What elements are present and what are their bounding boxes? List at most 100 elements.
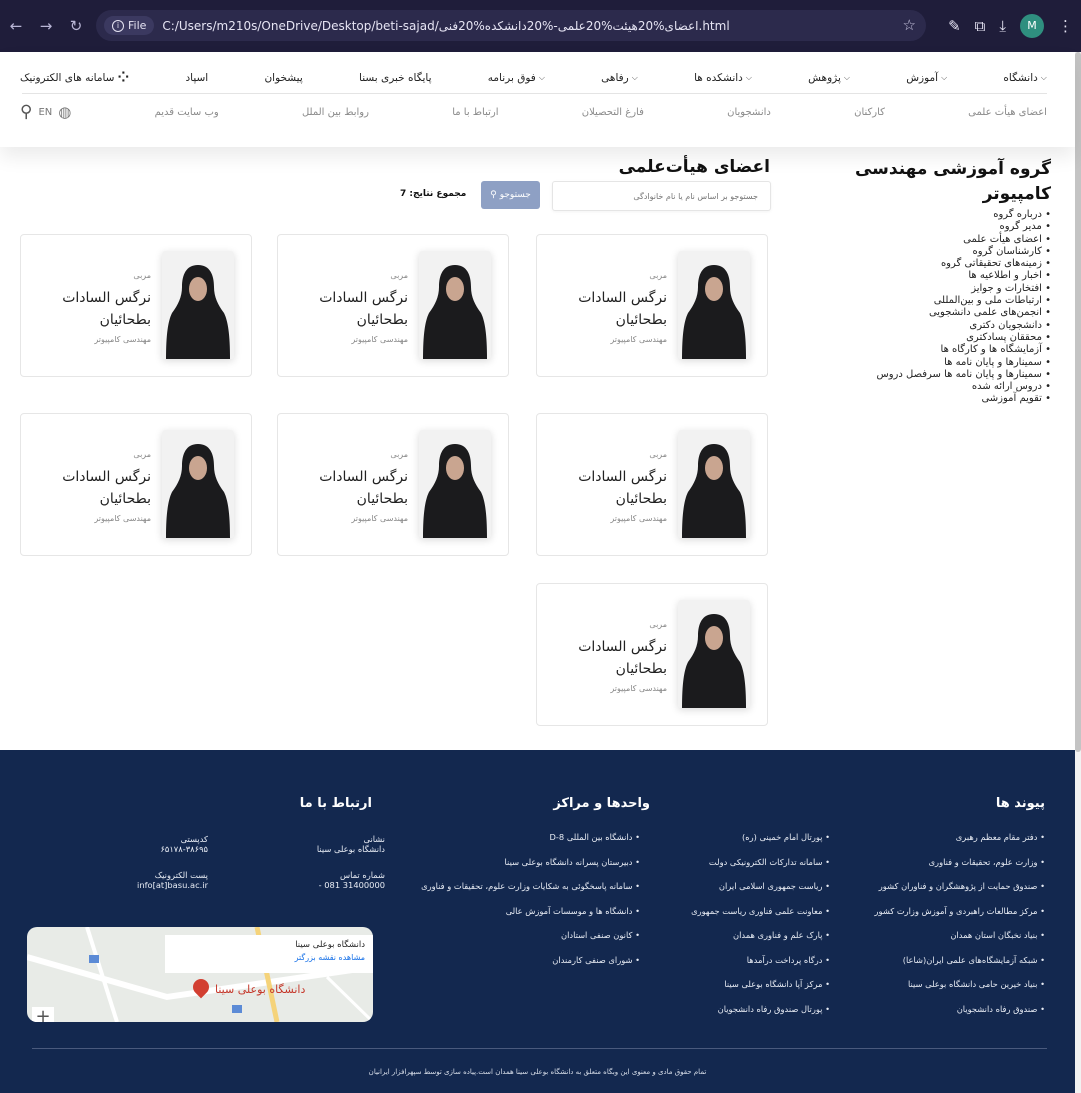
faculty-photo[interactable] (678, 430, 750, 538)
sidebar-item[interactable]: کارشناسان گروه (831, 246, 1051, 258)
download-icon[interactable]: ⤓ (999, 17, 1006, 35)
faculty-card[interactable]: مربی نرگس السادات بطحائیان مهندسی کامپیوتر (20, 413, 252, 556)
eyedropper-icon[interactable]: ✎ (948, 17, 961, 35)
sidebar-item[interactable]: افتخارات و جوایز (831, 283, 1051, 295)
menu-item-university[interactable]: دانشگاه ⌵ (1003, 72, 1046, 84)
faculty-photo[interactable] (678, 251, 750, 359)
sidebar-item[interactable]: مدیر گروه (831, 221, 1051, 233)
menu-item-e-services[interactable]: سامانه های الکترونیک ⁘ (20, 70, 129, 86)
postal-value: ۶۵۱۷۸-۳۸۶۹۵ (160, 844, 208, 854)
footer-link[interactable]: درگاه پرداخت درآمدها (660, 955, 830, 980)
globe-icon[interactable]: ◍ (58, 103, 71, 121)
submenu-staff[interactable]: کارکنان (854, 107, 885, 118)
sidebar-item[interactable]: اعضای هیأت علمی (831, 234, 1051, 246)
search-input[interactable] (552, 181, 771, 211)
submenu-international[interactable]: روابط بین الملل (302, 107, 369, 118)
faculty-name[interactable]: نرگس السادات بطحائیان (557, 636, 667, 680)
footer-link[interactable]: ریاست جمهوری اسلامی ایران (660, 881, 830, 906)
faculty-photo[interactable] (162, 251, 234, 359)
footer-link[interactable]: دفتر مقام معظم رهبری (845, 832, 1045, 857)
faculty-card[interactable]: مربی نرگس السادات بطحائیان مهندسی کامپیوتر (536, 583, 768, 726)
faculty-card[interactable]: مربی نرگس السادات بطحائیان مهندسی کامپیوتر (536, 413, 768, 556)
faculty-name[interactable]: نرگس السادات بطحائیان (41, 466, 151, 510)
reload-icon[interactable]: ↻ (68, 17, 84, 35)
faculty-photo[interactable] (419, 430, 491, 538)
forward-arrow-icon[interactable]: → (38, 17, 54, 35)
faculty-name[interactable]: نرگس السادات بطحائیان (557, 466, 667, 510)
address-bar[interactable]: i File C:/Users/m210s/OneDrive/Desktop/b… (96, 10, 926, 41)
footer-link[interactable]: بنیاد خیرین حامی دانشگاه بوعلی سینا (845, 979, 1045, 1004)
location-map[interactable]: دانشگاه بوعلی سینا مشاهده نقشه بزرگتر دا… (27, 927, 373, 1022)
sidebar-item[interactable]: تقویم آموزشی (831, 393, 1051, 405)
faculty-card[interactable]: مربی نرگس السادات بطحائیان مهندسی کامپیوتر (20, 234, 252, 377)
sidebar-item[interactable]: دروس ارائه شده (831, 381, 1051, 393)
extensions-icon[interactable]: ⧉ (975, 17, 986, 35)
sidebar-item[interactable]: آزمایشگاه ها و کارگاه ها (831, 344, 1051, 356)
faculty-name[interactable]: نرگس السادات بطحائیان (41, 287, 151, 331)
footer-link[interactable]: پارک علم و فناوری همدان (660, 930, 830, 955)
zoom-in-icon[interactable]: + (32, 1007, 54, 1022)
language-switch[interactable]: EN (38, 107, 52, 118)
faculty-card[interactable]: مربی نرگس السادات بطحائیان مهندسی کامپیوتر (277, 413, 509, 556)
menu-item-faculties[interactable]: دانشکده ها ⌵ (694, 72, 752, 84)
menu-item-extracurricular[interactable]: فوق برنامه ⌵ (488, 72, 545, 84)
faculty-photo[interactable] (678, 600, 750, 708)
footer-link[interactable]: مرکز مطالعات راهبردی و آموزش وزارت کشور (845, 906, 1045, 931)
search-button[interactable]: ⚲ جستوجو (481, 181, 540, 209)
submenu-contact[interactable]: ارتباط با ما (452, 107, 498, 118)
faculty-name[interactable]: نرگس السادات بطحائیان (557, 287, 667, 331)
menu-item-welfare[interactable]: رفاهی ⌵ (601, 72, 638, 84)
footer-link[interactable]: پورتال صندوق رفاه دانشجویان (660, 1004, 830, 1029)
sidebar-item[interactable]: ارتباطات ملی و بین‌المللی (831, 295, 1051, 307)
faculty-photo[interactable] (162, 430, 234, 538)
submenu-faculty[interactable]: اعضای هیأت علمی (968, 107, 1047, 118)
file-chip[interactable]: i File (104, 16, 155, 35)
menu-item-espad[interactable]: اسپاد (185, 72, 208, 84)
faculty-card[interactable]: مربی نرگس السادات بطحائیان مهندسی کامپیوتر (277, 234, 509, 377)
faculty-name[interactable]: نرگس السادات بطحائیان (298, 287, 408, 331)
footer-link[interactable]: سامانه تدارکات الکترونیکی دولت (660, 857, 830, 882)
menu-item-news[interactable]: پایگاه خبری بسنا (359, 72, 432, 84)
footer-link[interactable]: شبکه آزمایشگاه‌های علمی ایران(شاعا) (845, 955, 1045, 980)
footer-link[interactable]: پورتال امام خمینی (ره) (660, 832, 830, 857)
sidebar-item[interactable]: زمینه‌های تحقیقاتی گروه (831, 258, 1051, 270)
faculty-name[interactable]: نرگس السادات بطحائیان (298, 466, 408, 510)
map-larger-link[interactable]: مشاهده نقشه بزرگتر (173, 953, 365, 962)
kebab-menu-icon[interactable]: ⋮ (1058, 17, 1073, 35)
sidebar-item[interactable]: درباره گروه (831, 209, 1051, 221)
bookmark-star-icon[interactable]: ☆ (903, 16, 916, 34)
search-icon[interactable]: ⚲ (20, 102, 32, 122)
back-arrow-icon[interactable]: ← (8, 17, 24, 35)
sidebar-item[interactable]: سمینارها و پایان نامه ها سرفصل دروس (831, 369, 1051, 381)
menu-label: دانشگاه (1003, 72, 1038, 84)
submenu-alumni[interactable]: فارغ التحصیلان (582, 107, 644, 118)
footer-link[interactable]: وزارت علوم، تحقیقات و فناوری (845, 857, 1045, 882)
faculty-card[interactable]: مربی نرگس السادات بطحائیان مهندسی کامپیوتر (536, 234, 768, 377)
submenu-old-site[interactable]: وب سایت قدیم (155, 107, 219, 118)
faculty-photo[interactable] (419, 251, 491, 359)
footer-unit-link[interactable]: سامانه پاسخگوئی به شکایات وزارت علوم، تح… (395, 881, 640, 906)
submenu-students[interactable]: دانشجویان (727, 107, 771, 118)
menu-item-research[interactable]: پژوهش ⌵ (808, 72, 850, 84)
sidebar-item[interactable]: اخبار و اطلاعیه ها (831, 270, 1051, 282)
footer-unit-link[interactable]: دانشگاه بین المللی D-8 (395, 832, 640, 857)
footer-unit-link[interactable]: دانشگاه ها و موسسات آموزش عالی (395, 906, 640, 931)
profile-avatar[interactable]: M (1020, 13, 1044, 38)
sidebar-item[interactable]: دانشجویان دکتری (831, 320, 1051, 332)
sidebar-item[interactable]: انجمن‌های علمی دانشجویی (831, 307, 1051, 319)
footer-link[interactable]: معاونت علمی فناوری ریاست جمهوری (660, 906, 830, 931)
footer-link[interactable]: مرکز آپا دانشگاه بوعلی سینا (660, 979, 830, 1004)
menu-item-dashboard[interactable]: پیشخوان (264, 72, 302, 84)
footer-link[interactable]: صندوق رفاه دانشجویان (845, 1004, 1045, 1029)
footer-link[interactable]: بنیاد نخبگان استان همدان (845, 930, 1045, 955)
menu-item-education[interactable]: آموزش ⌵ (906, 72, 947, 84)
footer-link[interactable]: صندوق حمایت از پژوهشگران و فناوران کشور (845, 881, 1045, 906)
file-label: File (128, 19, 147, 32)
footer-unit-link[interactable]: کانون صنفی استادان (395, 930, 640, 955)
sidebar-item[interactable]: سمینارها و پایان نامه ها (831, 357, 1051, 369)
page-scrollbar-thumb[interactable] (1075, 52, 1081, 752)
footer-unit-link[interactable]: شورای صنفی کارمندان (395, 955, 640, 980)
sidebar-item[interactable]: محققان پسادکتری (831, 332, 1051, 344)
footer-unit-link[interactable]: دبیرستان پسرانه دانشگاه بوعلی سینا (395, 857, 640, 882)
email-value[interactable]: info[at]basu.ac.ir (100, 880, 208, 890)
